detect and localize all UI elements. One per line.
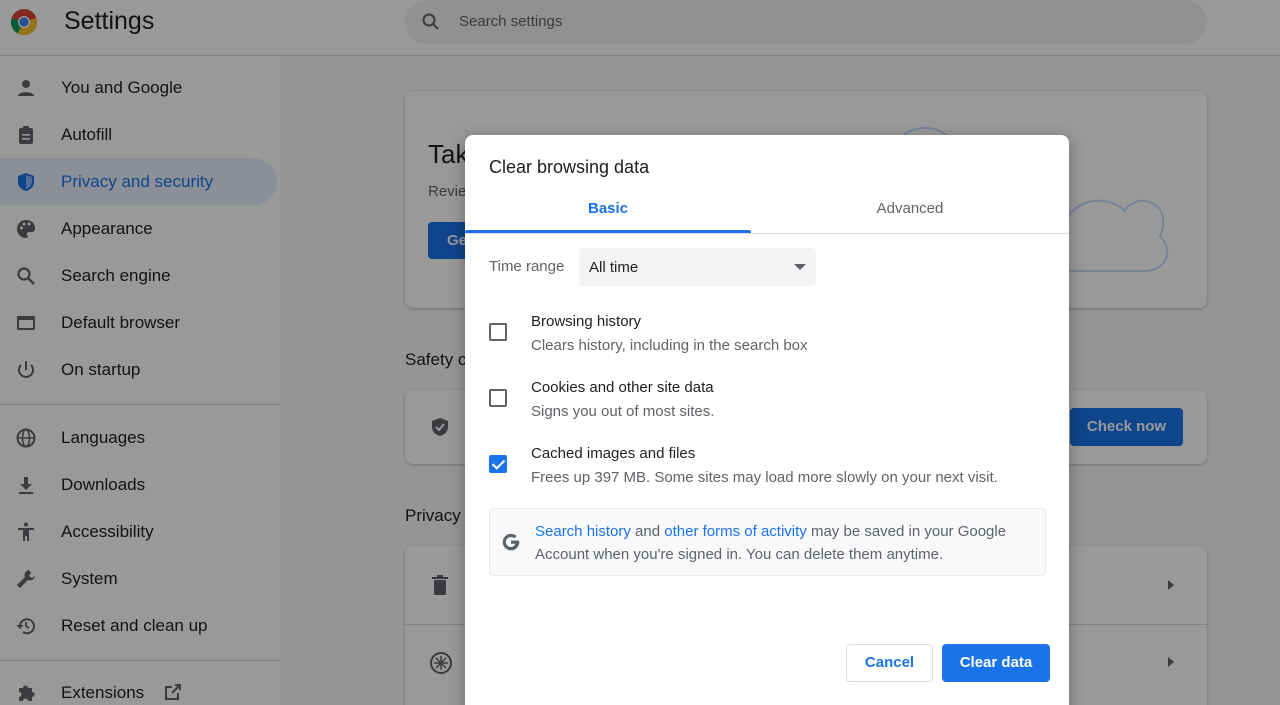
google-g-icon	[502, 533, 520, 551]
time-range-value: All time	[589, 259, 639, 276]
dropdown-arrow-icon	[794, 264, 806, 270]
tab-advanced[interactable]: Advanced	[767, 193, 1053, 233]
dialog-tabs: Basic Advanced	[465, 193, 1069, 234]
option-subtitle: Signs you out of most sites.	[531, 403, 715, 420]
option-title: Browsing history	[531, 313, 642, 330]
option-subtitle: Frees up 397 MB. Some sites may load mor…	[531, 469, 998, 486]
info-text: Search history and other forms of activi…	[535, 520, 1035, 566]
time-range-label: Time range	[489, 258, 565, 275]
option-title: Cached images and files	[531, 445, 696, 462]
option-cookies: Cookies and other site data Signs you ou…	[465, 376, 1069, 436]
clear-browsing-data-dialog: Clear browsing data Basic Advanced Time …	[465, 135, 1069, 705]
active-tab-indicator	[465, 230, 751, 233]
option-cached-images: Cached images and files Frees up 397 MB.…	[465, 442, 1069, 502]
cancel-button[interactable]: Cancel	[846, 644, 933, 682]
cookies-checkbox[interactable]	[489, 389, 507, 407]
option-subtitle: Clears history, including in the search …	[531, 337, 808, 354]
search-history-link[interactable]: Search history	[535, 523, 631, 540]
info-and: and	[635, 523, 661, 540]
tab-basic[interactable]: Basic	[465, 193, 751, 233]
cached-images-checkbox[interactable]	[489, 455, 507, 473]
time-range-select[interactable]: All time	[579, 248, 816, 286]
browsing-history-checkbox[interactable]	[489, 323, 507, 341]
clear-data-button[interactable]: Clear data	[942, 644, 1050, 682]
option-browsing-history: Browsing history Clears history, includi…	[465, 310, 1069, 370]
dialog-title: Clear browsing data	[489, 157, 650, 177]
option-title: Cookies and other site data	[531, 379, 714, 396]
google-account-info-box: Search history and other forms of activi…	[489, 508, 1046, 576]
other-activity-link[interactable]: other forms of activity	[664, 523, 807, 540]
